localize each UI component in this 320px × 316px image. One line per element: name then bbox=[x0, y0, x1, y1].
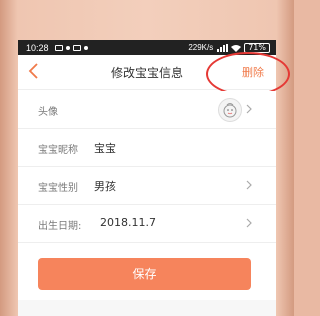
birthdate-value: 2018.11.7 bbox=[100, 216, 156, 229]
chevron-right-icon bbox=[246, 218, 252, 228]
status-time: 10:28 bbox=[26, 42, 49, 53]
chevron-right-icon bbox=[246, 180, 252, 190]
wifi-icon bbox=[231, 44, 242, 52]
page-title: 修改宝宝信息 bbox=[110, 66, 183, 80]
row-gender[interactable]: 宝宝性别 男孩 bbox=[18, 167, 276, 205]
signal-icon bbox=[217, 43, 229, 52]
status-bar: 10:28 229K/s 71% bbox=[18, 40, 276, 55]
row-nickname[interactable]: 宝宝昵称 宝宝 bbox=[18, 129, 276, 167]
bottom-area bbox=[18, 300, 276, 316]
save-button[interactable]: 保存 bbox=[38, 258, 251, 290]
chevron-right-icon bbox=[246, 104, 252, 114]
gender-value: 男孩 bbox=[94, 180, 116, 193]
status-notification-icons bbox=[54, 44, 88, 51]
row-avatar[interactable]: 头像 bbox=[18, 91, 276, 129]
message-icon bbox=[72, 44, 81, 51]
video-icon bbox=[54, 44, 63, 51]
status-system-icons: 71% bbox=[217, 42, 270, 53]
app-dot-icon bbox=[83, 45, 88, 50]
gender-label: 宝宝性别 bbox=[38, 183, 78, 194]
avatar-label: 头像 bbox=[38, 107, 58, 118]
nickname-value: 宝宝 bbox=[94, 142, 116, 155]
birthdate-label: 出生日期: bbox=[38, 221, 82, 232]
row-birthdate[interactable]: 出生日期: 2018.11.7 bbox=[18, 205, 276, 243]
network-speed: 229K/s bbox=[188, 43, 214, 52]
delete-button[interactable]: 删除 bbox=[242, 64, 264, 80]
battery-icon: 71% bbox=[244, 42, 270, 53]
nickname-label: 宝宝昵称 bbox=[38, 145, 78, 156]
header: 修改宝宝信息 删除 bbox=[18, 55, 276, 90]
avatar-icon bbox=[218, 98, 242, 122]
notification-dot-icon bbox=[65, 45, 70, 50]
